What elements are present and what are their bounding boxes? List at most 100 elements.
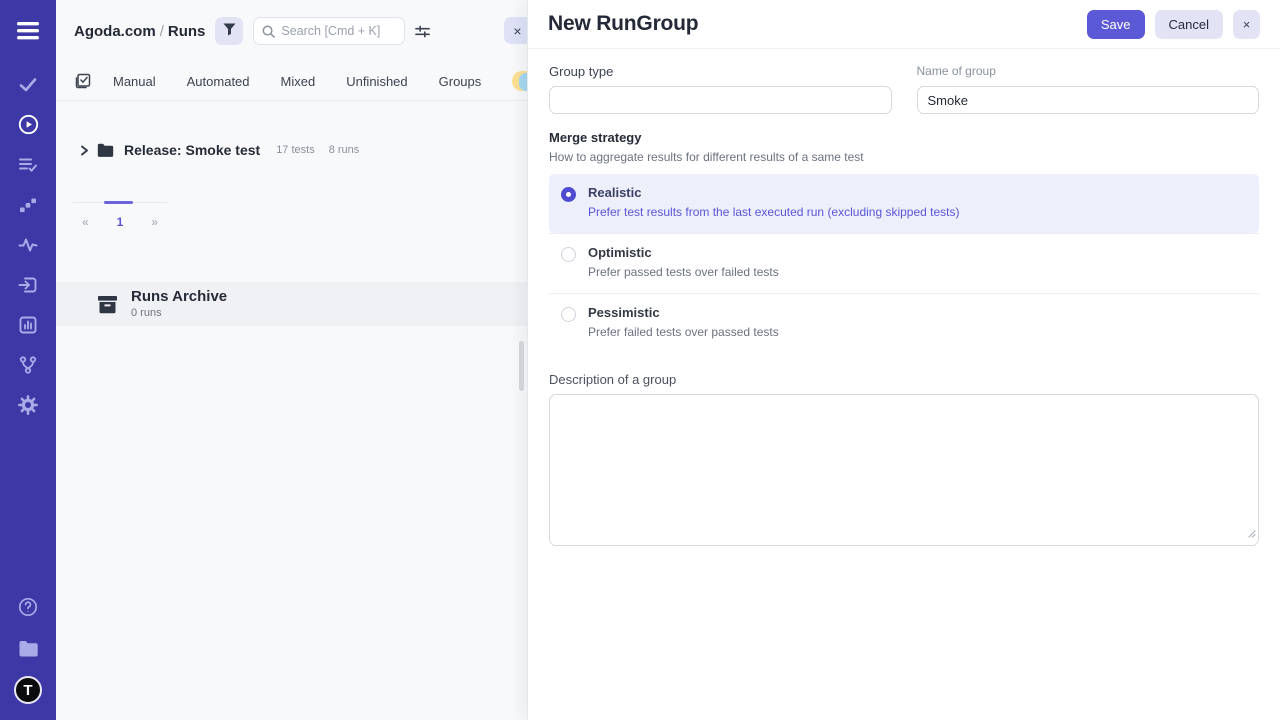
group-type-label: Group type — [549, 64, 892, 79]
pulse-icon — [18, 235, 38, 260]
strategy-description: Prefer passed tests over failed tests — [588, 265, 779, 279]
description-textarea[interactable] — [549, 394, 1259, 546]
select-all-icon[interactable] — [75, 73, 91, 89]
strategy-description: Prefer failed tests over passed tests — [588, 325, 779, 339]
priority-badge-partial[interactable] — [519, 73, 527, 91]
folder-icon — [18, 640, 39, 663]
strategy-option-realistic[interactable]: Realistic Prefer test results from the l… — [549, 174, 1259, 233]
scrollbar-thumb[interactable] — [519, 341, 524, 391]
archive-title: Runs Archive — [131, 289, 227, 306]
pagination: « 1 » — [73, 202, 167, 229]
strategy-text: Realistic Prefer test results from the l… — [588, 185, 960, 219]
import-icon — [18, 275, 38, 300]
runs-archive-item[interactable]: Runs Archive 0 runs — [56, 282, 527, 326]
radio-icon[interactable] — [561, 247, 576, 262]
list-check-icon — [18, 155, 38, 180]
strategy-description: Prefer test results from the last execut… — [588, 205, 960, 219]
pagination-page-1[interactable]: 1 — [117, 215, 124, 229]
sidebar-item-import[interactable] — [8, 270, 48, 304]
group-type-input[interactable] — [549, 86, 892, 114]
cancel-button[interactable]: Cancel — [1155, 10, 1223, 39]
sidebar-item-milestones[interactable] — [8, 190, 48, 224]
breadcrumb-project[interactable]: Agoda.com — [74, 23, 156, 40]
merge-strategy-options: Realistic Prefer test results from the l… — [549, 174, 1259, 353]
group-name-label: Name of group — [917, 64, 1260, 78]
play-circle-icon — [18, 114, 39, 140]
filter-tabs: Manual Automated Mixed Unfinished Groups… — [56, 62, 527, 101]
sidebar-nav — [8, 70, 48, 424]
rungroup-title[interactable]: Release: Smoke test — [124, 142, 260, 158]
strategy-text: Pessimistic Prefer failed tests over pas… — [588, 305, 779, 339]
chevron-right-icon[interactable] — [80, 145, 89, 156]
folder-icon — [97, 143, 114, 158]
search-icon — [262, 25, 275, 38]
main-sidebar: T — [0, 0, 56, 720]
sidebar-item-settings[interactable] — [8, 390, 48, 424]
rungroup-tests-count: 17 tests — [276, 144, 315, 156]
search-box[interactable] — [253, 17, 405, 45]
pagination-prev[interactable]: « — [82, 215, 89, 229]
merge-strategy-title: Merge strategy — [549, 130, 1259, 145]
description-field — [549, 394, 1259, 546]
runs-header: Agoda.com/Runs × — [56, 0, 527, 62]
app-window: T Agoda.com/Runs × Manual Automated Mixe… — [0, 0, 1280, 720]
archive-icon — [97, 295, 118, 314]
sidebar-item-branches[interactable] — [8, 350, 48, 384]
projects-button[interactable] — [8, 634, 48, 668]
strategy-label: Optimistic — [588, 245, 779, 260]
sidebar-item-runs[interactable] — [8, 110, 48, 144]
group-type-field: Group type — [549, 64, 892, 114]
steps-icon — [18, 195, 38, 220]
form-body: Group type Name of group Merge strategy … — [528, 49, 1280, 546]
close-button[interactable]: × — [1233, 10, 1260, 39]
description-label: Description of a group — [549, 372, 1259, 387]
strategy-label: Pessimistic — [588, 305, 779, 320]
user-avatar[interactable]: T — [14, 676, 42, 704]
funnel-icon — [223, 23, 236, 39]
radio-icon[interactable] — [561, 307, 576, 322]
view-settings-icon[interactable] — [415, 24, 430, 39]
help-button[interactable] — [8, 592, 48, 626]
hamburger-menu-icon[interactable] — [8, 14, 48, 48]
sidebar-bottom: T — [8, 592, 48, 704]
breadcrumb-page: Runs — [168, 23, 206, 40]
breadcrumb: Agoda.com/Runs — [74, 23, 205, 40]
gear-icon — [18, 395, 38, 420]
tab-mixed[interactable]: Mixed — [281, 74, 316, 89]
top-fields-row: Group type Name of group — [549, 64, 1259, 114]
sidebar-item-analytics[interactable] — [8, 230, 48, 264]
active-page-indicator — [104, 201, 133, 204]
strategy-option-optimistic[interactable]: Optimistic Prefer passed tests over fail… — [549, 233, 1259, 293]
rungroup-tree-item[interactable]: Release: Smoke test 17 tests 8 runs — [80, 142, 527, 158]
branch-icon — [18, 355, 38, 380]
save-button[interactable]: Save — [1087, 10, 1145, 39]
strategy-label: Realistic — [588, 185, 960, 200]
page-title: New RunGroup — [548, 12, 698, 36]
tab-unfinished[interactable]: Unfinished — [346, 74, 407, 89]
archive-count: 0 runs — [131, 307, 227, 319]
panel-close-button[interactable]: × — [504, 17, 527, 44]
radio-selected-icon[interactable] — [561, 187, 576, 202]
sidebar-item-tests[interactable] — [8, 70, 48, 104]
archive-text: Runs Archive 0 runs — [131, 289, 227, 320]
sidebar-item-reports[interactable] — [8, 310, 48, 344]
bar-chart-icon — [18, 315, 38, 340]
runs-list-panel: Agoda.com/Runs × Manual Automated Mixed … — [56, 0, 527, 720]
rungroup-runs-count: 8 runs — [329, 144, 360, 156]
check-icon — [18, 75, 38, 100]
group-name-field: Name of group — [917, 64, 1260, 114]
group-name-input[interactable] — [917, 86, 1260, 114]
tab-manual[interactable]: Manual — [113, 74, 156, 89]
strategy-option-pessimistic[interactable]: Pessimistic Prefer failed tests over pas… — [549, 293, 1259, 353]
form-actions: Save Cancel × — [1087, 10, 1260, 39]
form-header: New RunGroup Save Cancel × — [528, 0, 1280, 49]
help-icon — [18, 597, 38, 622]
breadcrumb-separator: / — [156, 23, 168, 40]
sidebar-item-plans[interactable] — [8, 150, 48, 184]
merge-strategy-hint: How to aggregate results for different r… — [549, 150, 1259, 164]
search-input[interactable] — [281, 24, 396, 38]
tab-groups[interactable]: Groups — [439, 74, 482, 89]
tab-automated[interactable]: Automated — [187, 74, 250, 89]
pagination-next[interactable]: » — [151, 215, 158, 229]
filter-button[interactable] — [215, 17, 243, 45]
